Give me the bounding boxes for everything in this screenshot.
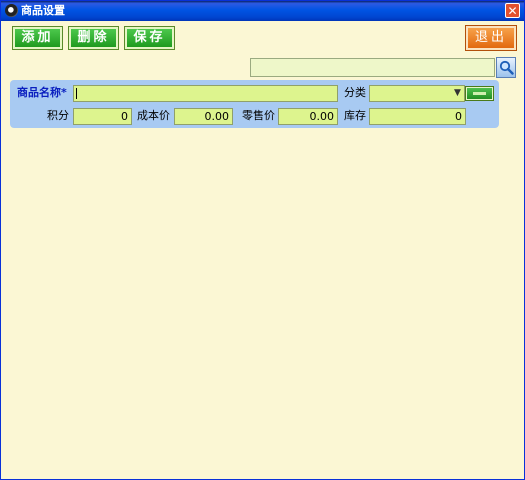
add-button[interactable]: 添加 — [12, 26, 63, 50]
stock-input[interactable]: 0 — [369, 108, 466, 125]
points-label: 积分 — [47, 109, 69, 122]
points-input[interactable]: 0 — [73, 108, 132, 125]
product-name-label: 商品名称* — [17, 86, 67, 99]
magnifier-icon — [499, 60, 514, 75]
cost-price-label: 成本价 — [137, 109, 170, 122]
exit-button[interactable]: 退出 — [465, 25, 517, 51]
delete-button[interactable]: 删除 — [68, 26, 119, 50]
button-glyph — [473, 92, 486, 95]
product-name-input[interactable] — [73, 85, 338, 102]
close-icon: ✕ — [507, 4, 518, 18]
cost-price-input[interactable]: 0.00 — [174, 108, 233, 125]
search-input[interactable] — [250, 58, 495, 77]
search-button[interactable] — [496, 57, 516, 78]
product-settings-window: 商品设置 ✕ 添加 删除 保存 退出 商品名称* 分类 ▼ 积分 0 成本价 0… — [0, 0, 525, 480]
retail-price-label: 零售价 — [242, 109, 275, 122]
app-icon — [5, 4, 18, 17]
chevron-down-icon[interactable]: ▼ — [452, 87, 463, 100]
category-manage-button[interactable] — [465, 86, 494, 101]
text-caret — [76, 88, 77, 99]
save-button[interactable]: 保存 — [124, 26, 175, 50]
title-bar[interactable]: 商品设置 ✕ — [1, 1, 524, 21]
close-button[interactable]: ✕ — [505, 3, 520, 18]
window-title: 商品设置 — [21, 4, 65, 17]
stock-label: 库存 — [344, 109, 366, 122]
retail-price-input[interactable]: 0.00 — [278, 108, 338, 125]
category-select[interactable]: ▼ — [369, 85, 465, 102]
category-label: 分类 — [344, 86, 366, 99]
